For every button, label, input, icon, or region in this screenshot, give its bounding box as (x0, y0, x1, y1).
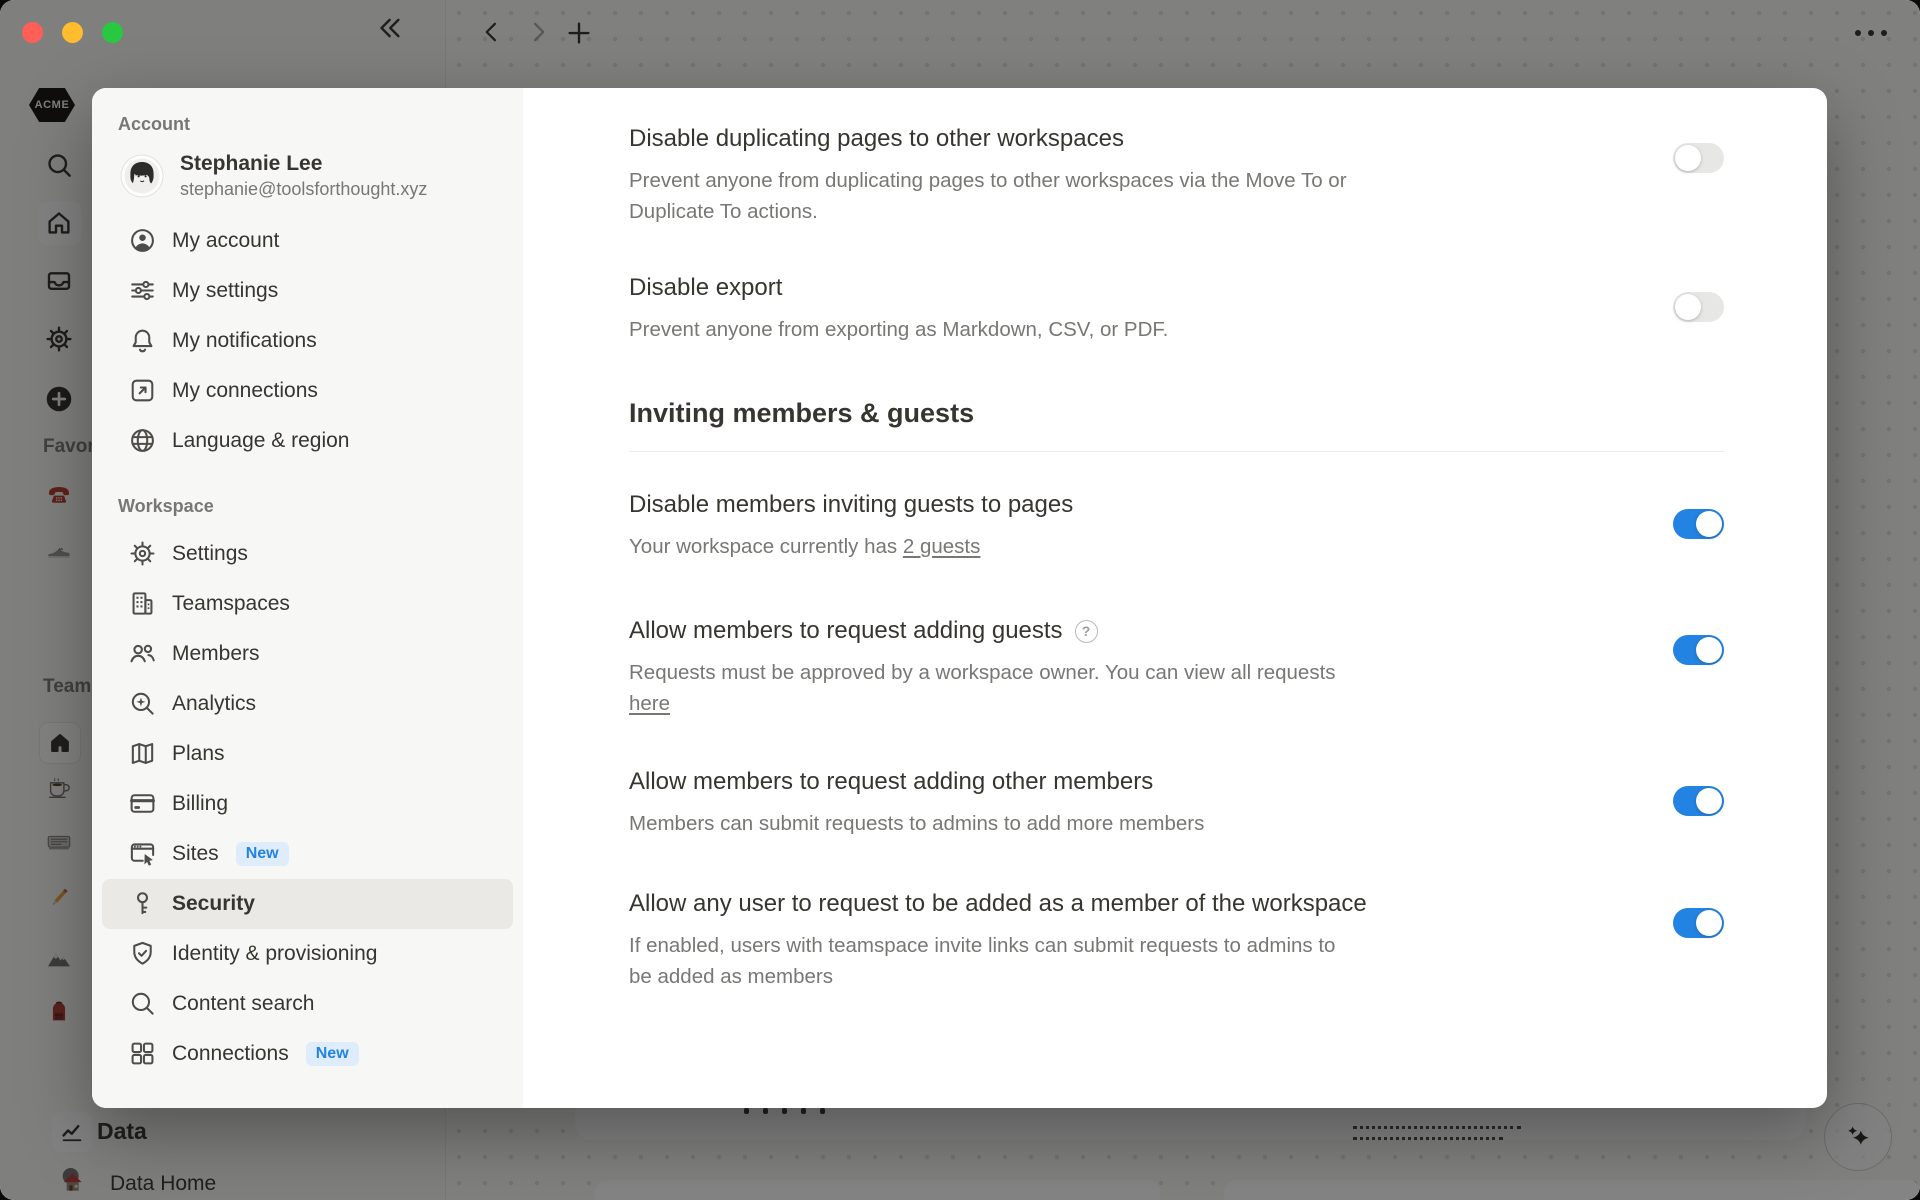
setting-title: Allow any user to request to be added as… (629, 887, 1673, 921)
help-question-icon[interactable]: ? (1075, 620, 1098, 643)
close-button[interactable] (22, 22, 43, 43)
toggle-request-guests[interactable] (1673, 635, 1724, 665)
setting-row-request-guests: Allow members to request adding guests ?… (629, 614, 1724, 719)
zoom-button[interactable] (102, 22, 123, 43)
new-badge: New (236, 842, 289, 866)
setting-title: Disable export (629, 271, 1673, 305)
minimize-button[interactable] (62, 22, 83, 43)
sidebar-item-label: Identity & provisioning (172, 942, 377, 966)
sidebar-item-my-settings[interactable]: My settings (102, 266, 513, 316)
shield-check-icon (128, 939, 157, 968)
setting-row-disable-export: Disable export Prevent anyone from expor… (629, 271, 1724, 345)
toggle-any-user-request[interactable] (1673, 908, 1724, 938)
arrow-out-square-icon (128, 376, 157, 405)
setting-description: Prevent anyone from exporting as Markdow… (629, 314, 1673, 345)
magnifier-sparkle-icon (128, 689, 157, 718)
grid-icon (128, 1039, 157, 1068)
sidebar-item-label: Security (172, 892, 255, 916)
sidebar-item-my-connections[interactable]: My connections (102, 366, 513, 416)
sidebar-item-content-search[interactable]: Content search (102, 979, 513, 1029)
sidebar-item-label: Settings (172, 542, 248, 566)
sidebar-item-teamspaces[interactable]: Teamspaces (102, 579, 513, 629)
sidebar-item-identity-provisioning[interactable]: Identity & provisioning (102, 929, 513, 979)
sidebar-item-label: Teamspaces (172, 592, 290, 616)
sidebar-item-label: Connections (172, 1042, 289, 1066)
browser-cursor-icon (128, 839, 157, 868)
requests-here-link[interactable]: here (629, 692, 670, 715)
building-icon (128, 589, 157, 618)
key-icon (128, 889, 157, 918)
setting-title: Allow members to request adding guests ? (629, 614, 1673, 648)
sidebar-item-label: Sites (172, 842, 219, 866)
avatar (120, 154, 164, 198)
map-icon (128, 739, 157, 768)
settings-sidebar: Account Stephanie Lee stephanie@toolsfor… (92, 88, 523, 1108)
magnifier-icon (128, 989, 157, 1018)
sidebar-item-security[interactable]: Security (102, 879, 513, 929)
sidebar-item-label: My notifications (172, 329, 317, 353)
sidebar-item-sites[interactable]: Sites New (102, 829, 513, 879)
toggle-request-members[interactable] (1673, 786, 1724, 816)
sidebar-item-label: Members (172, 642, 260, 666)
person-circle-icon (128, 226, 157, 255)
gear-icon (128, 539, 157, 568)
account-user-info: Stephanie Lee stephanie@toolsforthought.… (180, 151, 427, 202)
setting-row-disable-guest-invites: Disable members inviting guests to pages… (629, 488, 1724, 562)
setting-description: Your workspace currently has 2 guests (629, 531, 1673, 562)
sliders-icon (128, 276, 157, 305)
sidebar-item-billing[interactable]: Billing (102, 779, 513, 829)
sidebar-item-connections[interactable]: Connections New (102, 1029, 513, 1079)
section-heading-inviting: Inviting members & guests (629, 395, 1724, 431)
toggle-disable-duplicating[interactable] (1673, 143, 1724, 173)
setting-description: Prevent anyone from duplicating pages to… (629, 165, 1673, 227)
sidebar-item-label: Analytics (172, 692, 256, 716)
sidebar-item-my-notifications[interactable]: My notifications (102, 316, 513, 366)
toggle-disable-guest-invites[interactable] (1673, 509, 1724, 539)
sidebar-item-label: Language & region (172, 429, 350, 453)
sidebar-item-label: Content search (172, 992, 314, 1016)
setting-row-any-user-request: Allow any user to request to be added as… (629, 887, 1724, 992)
setting-title: Disable duplicating pages to other works… (629, 122, 1673, 156)
sidebar-item-settings[interactable]: Settings (102, 529, 513, 579)
sidebar-item-analytics[interactable]: Analytics (102, 679, 513, 729)
people-icon (128, 639, 157, 668)
setting-description: Members can submit requests to admins to… (629, 808, 1673, 839)
window-controls (22, 22, 123, 43)
setting-description: If enabled, users with teamspace invite … (629, 930, 1673, 992)
account-user-row: Stephanie Lee stephanie@toolsforthought.… (92, 151, 523, 202)
new-badge: New (306, 1042, 359, 1066)
sidebar-item-plans[interactable]: Plans (102, 729, 513, 779)
account-section-header: Account (92, 114, 523, 135)
guests-count-link[interactable]: 2 guests (903, 535, 981, 558)
setting-row-request-members: Allow members to request adding other me… (629, 765, 1724, 839)
user-name: Stephanie Lee (180, 151, 427, 177)
setting-description: Requests must be approved by a workspace… (629, 657, 1673, 719)
settings-modal: Account Stephanie Lee stephanie@toolsfor… (92, 88, 1827, 1108)
section-divider (629, 451, 1724, 452)
setting-title: Disable members inviting guests to pages (629, 488, 1673, 522)
setting-row-disable-duplicating: Disable duplicating pages to other works… (629, 122, 1724, 227)
sidebar-item-label: My connections (172, 379, 318, 403)
toggle-disable-export[interactable] (1673, 292, 1724, 322)
app-window: ACME Favorites Teamspaces (0, 0, 1920, 1200)
security-settings-content: Disable duplicating pages to other works… (523, 88, 1827, 1108)
bell-icon (128, 326, 157, 355)
sidebar-item-label: Plans (172, 742, 225, 766)
sidebar-item-my-account[interactable]: My account (102, 216, 513, 266)
credit-card-icon (128, 789, 157, 818)
sidebar-item-language-region[interactable]: Language & region (102, 416, 513, 466)
sidebar-item-members[interactable]: Members (102, 629, 513, 679)
setting-title: Allow members to request adding other me… (629, 765, 1673, 799)
user-email: stephanie@toolsforthought.xyz (180, 177, 427, 201)
sidebar-item-label: My settings (172, 279, 278, 303)
sidebar-item-label: Billing (172, 792, 228, 816)
globe-icon (128, 426, 157, 455)
sidebar-item-label: My account (172, 229, 279, 253)
workspace-section-header: Workspace (92, 496, 523, 517)
